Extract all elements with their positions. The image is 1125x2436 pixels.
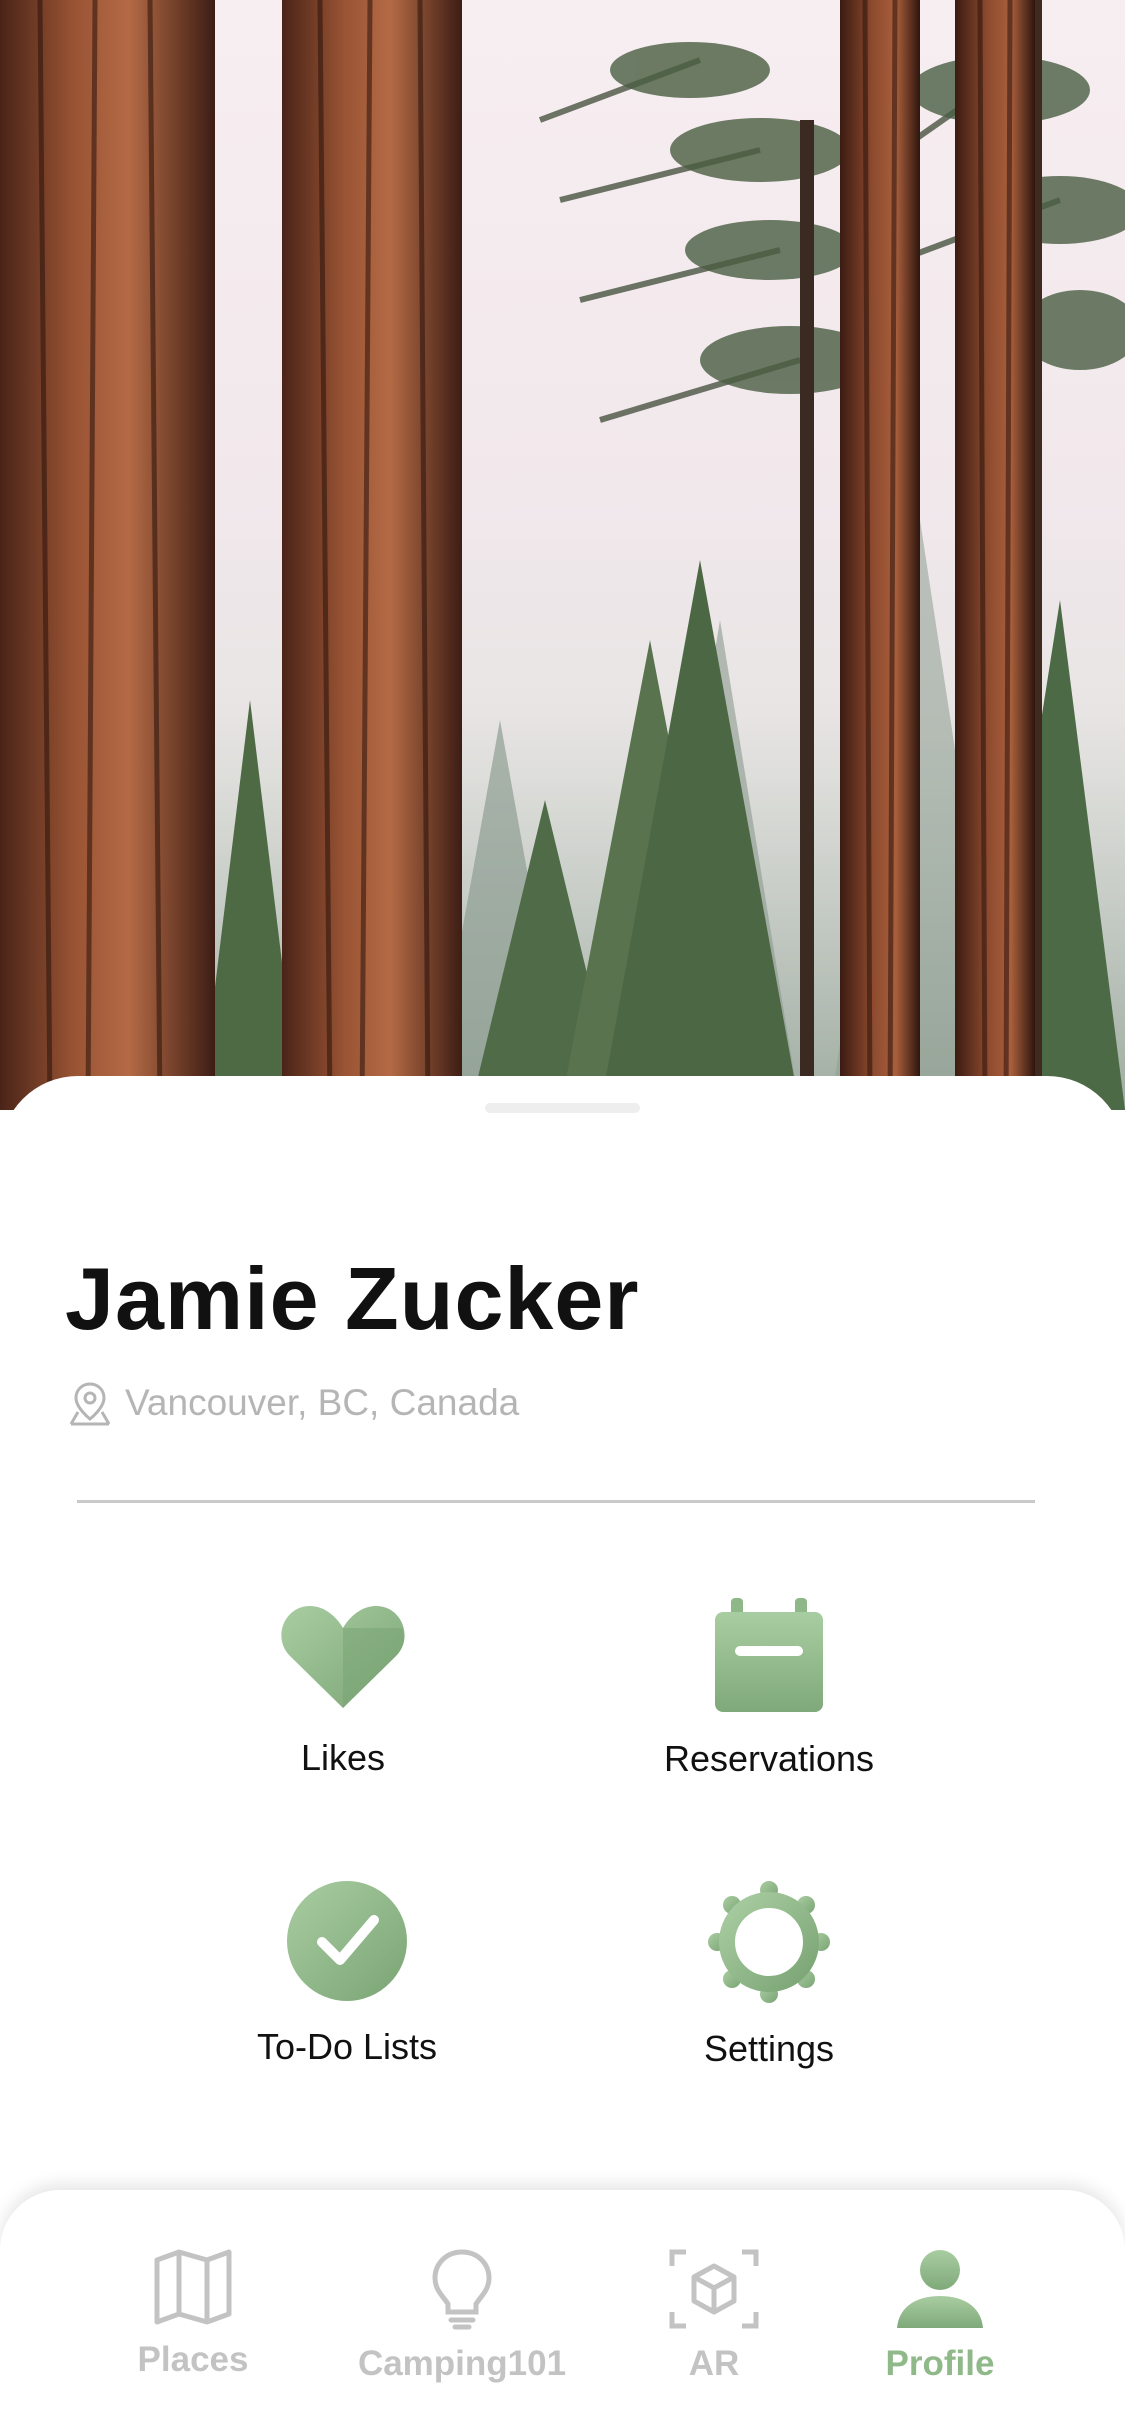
profile-name: Jamie Zucker <box>65 1249 640 1348</box>
likes-label: Likes <box>300 1737 386 1778</box>
calendar-icon <box>715 1598 823 1712</box>
check-circle-icon <box>287 1881 407 2001</box>
location-pin-icon <box>69 1382 111 1426</box>
tab-label: AR <box>688 2344 740 2383</box>
profile-location: Vancouver, BC, Canada <box>65 1378 519 1428</box>
gear-icon <box>708 1881 830 2003</box>
heart-icon <box>281 1606 405 1708</box>
likes-button[interactable]: Likes <box>163 1598 523 1779</box>
tab-places[interactable]: Places <box>73 2248 313 2380</box>
person-icon <box>897 2250 983 2328</box>
sheet-grabber[interactable] <box>485 1103 640 1113</box>
divider <box>77 1500 1035 1503</box>
location-text: Vancouver, BC, Canada <box>125 1382 520 1423</box>
tab-camping101[interactable]: Camping101 <box>342 2248 582 2384</box>
todo-lists-button[interactable]: To-Do Lists <box>167 1880 527 2068</box>
profile-sheet: Jamie Zucker Vancouver, BC, Canada Likes <box>0 1076 1125 2226</box>
bottom-tab-bar: Places Camping101 AR Profile <box>0 2190 1125 2436</box>
tab-label: Places <box>137 2340 249 2379</box>
header-forest-photo <box>0 0 1125 1110</box>
forest-illustration <box>0 0 1125 1110</box>
settings-button[interactable]: Settings <box>589 1880 949 2070</box>
todo-lists-label: To-Do Lists <box>256 2026 438 2067</box>
tab-label: Camping101 <box>357 2344 567 2383</box>
settings-label: Settings <box>703 2028 835 2069</box>
tab-ar[interactable]: AR <box>594 2248 834 2384</box>
lightbulb-icon <box>432 2249 492 2330</box>
tab-label: Profile <box>885 2344 995 2383</box>
reservations-button[interactable]: Reservations <box>589 1596 949 1780</box>
tab-profile[interactable]: Profile <box>820 2248 1060 2384</box>
reservations-label: Reservations <box>663 1738 875 1779</box>
ar-cube-icon <box>669 2249 759 2329</box>
map-icon <box>154 2249 232 2325</box>
